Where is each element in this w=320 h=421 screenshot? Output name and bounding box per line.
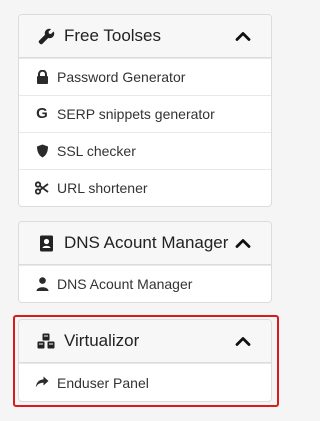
- item-label: DNS Acount Manager: [57, 276, 193, 292]
- shield-icon: [35, 144, 49, 158]
- panel-header-free-toolses[interactable]: Free Toolses: [19, 15, 271, 58]
- panel-title: Free Toolses: [64, 26, 162, 45]
- wrench-icon: [37, 27, 55, 45]
- user-icon: [35, 277, 49, 291]
- scissors-icon: [35, 181, 49, 195]
- google-icon: G: [36, 105, 48, 122]
- list-item-url-shortener[interactable]: URL shortener: [19, 169, 271, 206]
- address-book-icon: [37, 234, 55, 252]
- panel-free-toolses: Free Toolses Password Generator G SERP s…: [18, 14, 272, 207]
- item-label: Password Generator: [57, 69, 186, 85]
- panel-dns-acount-manager: DNS Acount Manager DNS Acount Manager: [18, 221, 272, 303]
- panel-title: DNS Acount Manager: [64, 233, 229, 252]
- list-item-ssl-checker[interactable]: SSL checker: [19, 132, 271, 169]
- item-label: URL shortener: [57, 180, 148, 196]
- list-item-dns-acount-manager[interactable]: DNS Acount Manager: [19, 265, 271, 302]
- item-label: SSL checker: [57, 143, 136, 159]
- panel-header-dns-acount-manager[interactable]: DNS Acount Manager: [19, 222, 271, 265]
- chevron-up-icon[interactable]: [235, 238, 251, 248]
- list-item-password-generator[interactable]: Password Generator: [19, 58, 271, 95]
- list-item-serp-snippets-generator[interactable]: G SERP snippets generator: [19, 95, 271, 132]
- selection-highlight: [13, 315, 279, 407]
- chevron-up-icon[interactable]: [235, 31, 251, 41]
- lock-icon: [35, 70, 49, 84]
- item-label: SERP snippets generator: [57, 106, 215, 122]
